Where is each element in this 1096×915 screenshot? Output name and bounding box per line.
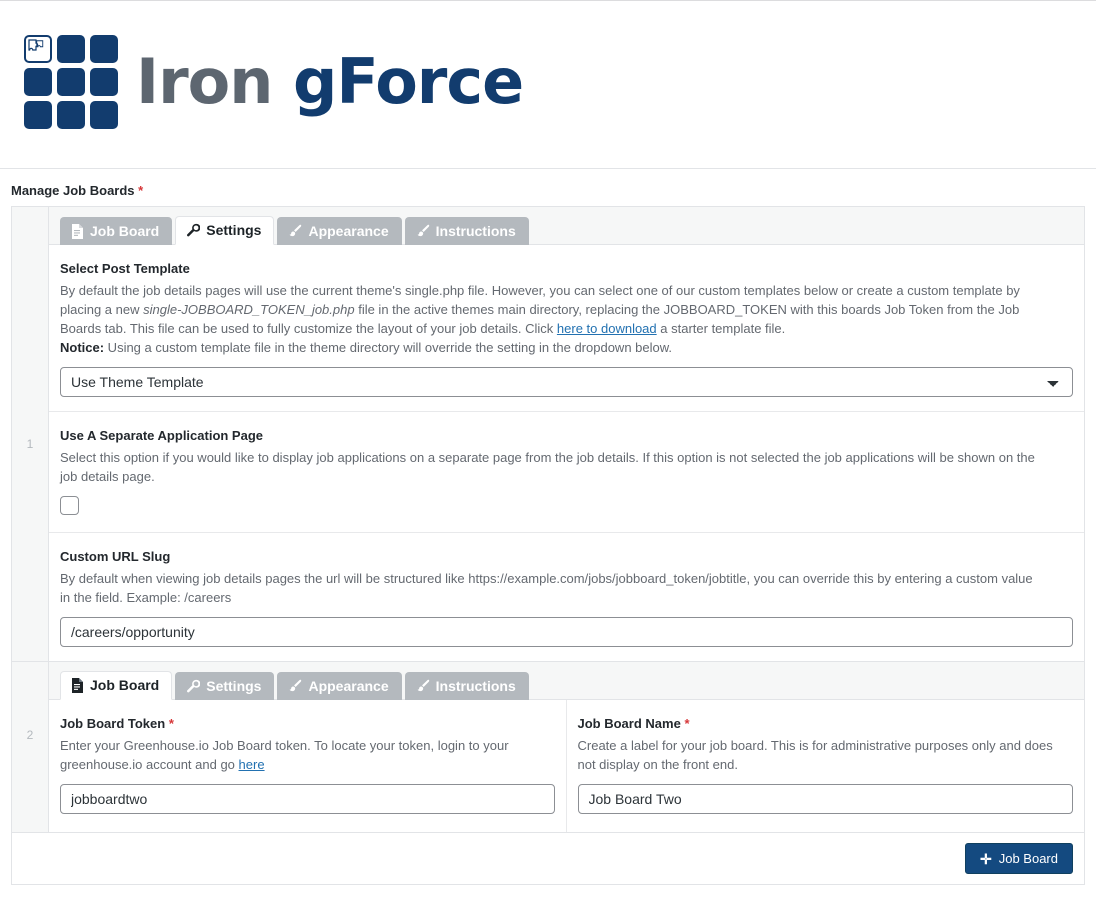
paintbrush-icon [288, 679, 302, 693]
custom-slug-input[interactable] [60, 617, 1073, 647]
tab-instructions-1[interactable]: Instructions [404, 217, 529, 245]
job-board-name-field: Job Board Name * Create a label for your… [567, 700, 1085, 832]
board1-settings-panel: Select Post Template By default the job … [49, 245, 1084, 661]
board2-jobboard-panel: Job Board Token * Enter your Greenhouse.… [49, 700, 1084, 832]
tab-settings-2[interactable]: Settings [175, 672, 275, 700]
logo-cell [90, 68, 118, 96]
logo-cell [90, 35, 118, 63]
tab-label: Appearance [308, 678, 389, 694]
add-job-board-button[interactable]: ✛ Job Board [965, 843, 1073, 874]
tab-label: Instructions [435, 678, 516, 694]
row-index-gutter-2: 2 [12, 662, 49, 832]
paintbrush-icon [288, 224, 302, 238]
board2-tabbar: Job Board Settings Appearance Instructio… [49, 662, 1084, 700]
required-marker: * [684, 716, 690, 731]
brand-name-part2: gForce [292, 45, 524, 118]
desc-part-3: a starter template file. [656, 321, 786, 336]
row-index-1: 1 [26, 437, 34, 451]
job-board-row-1: 1 Job Board Settings Appearance Instruct… [12, 207, 1084, 662]
logo-cell [57, 35, 85, 63]
name-description: Create a label for your job board. This … [577, 738, 1053, 772]
file-icon [71, 223, 84, 239]
tab-label: Job Board [90, 677, 160, 693]
custom-slug-label: Custom URL Slug [60, 549, 171, 564]
job-board-name-input[interactable] [577, 784, 1073, 814]
tab-appearance-2[interactable]: Appearance [277, 672, 402, 700]
download-template-link[interactable]: here to download [557, 321, 657, 336]
tab-appearance-1[interactable]: Appearance [277, 217, 402, 245]
job-board-row-2: 2 Job Board Settings Appearance Instruct… [12, 662, 1084, 833]
logo-cell [24, 101, 52, 129]
paintbrush-icon [416, 679, 430, 693]
tab-job-board-2[interactable]: Job Board [60, 671, 173, 700]
file-icon [71, 677, 84, 693]
tab-label: Appearance [308, 223, 389, 239]
paintbrush-icon [416, 224, 430, 238]
tab-label: Instructions [435, 223, 516, 239]
brand-logo: Iron gForce [24, 35, 524, 129]
plus-icon: ✛ [980, 850, 992, 867]
site-header: Iron gForce [0, 1, 1096, 169]
job-board-row-2-body: Job Board Settings Appearance Instructio… [49, 662, 1084, 832]
post-template-label: Select Post Template [60, 261, 190, 276]
separate-application-page-field: Use A Separate Application Page Select t… [49, 412, 1084, 533]
custom-slug-description: By default when viewing job details page… [60, 571, 1033, 605]
separate-page-checkbox[interactable] [60, 496, 79, 515]
notice-text: Using a custom template file in the them… [104, 340, 673, 355]
job-board-token-field: Job Board Token * Enter your Greenhouse.… [49, 700, 567, 832]
post-template-field: Select Post Template By default the job … [49, 245, 1084, 412]
wrench-icon [186, 679, 201, 693]
notice-label: Notice: [60, 340, 105, 355]
desc-filename: single-JOBBOARD_TOKEN_job.php [143, 302, 355, 317]
logo-cell [24, 68, 52, 96]
post-template-description: By default the job details pages will us… [60, 281, 1040, 357]
token-desc-text: Enter your Greenhouse.io Job Board token… [60, 738, 509, 772]
repeater-footer: ✛ Job Board [12, 833, 1084, 884]
token-label-text: Job Board Token [60, 716, 166, 731]
name-label-text: Job Board Name [577, 716, 681, 731]
page-title: Manage Job Boards * [11, 183, 1096, 198]
required-marker: * [138, 183, 144, 198]
greenhouse-here-link[interactable]: here [239, 757, 265, 772]
add-job-board-label: Job Board [998, 851, 1058, 866]
tab-job-board-1[interactable]: Job Board [60, 217, 173, 245]
custom-url-slug-field: Custom URL Slug By default when viewing … [49, 533, 1084, 661]
token-label: Job Board Token * [60, 716, 555, 731]
tab-label: Job Board [90, 223, 160, 239]
brand-name-part1: Iron [136, 45, 273, 118]
page-title-text: Manage Job Boards [11, 183, 135, 198]
row-index-2: 2 [26, 728, 34, 742]
name-label: Job Board Name * [578, 716, 1074, 731]
separate-page-label: Use A Separate Application Page [60, 428, 264, 443]
wrench-icon [186, 223, 201, 237]
row-index-gutter-1: 1 [12, 207, 49, 661]
job-board-row-1-body: Job Board Settings Appearance Instructio… [49, 207, 1084, 661]
tab-label: Settings [206, 222, 262, 238]
tab-settings-1[interactable]: Settings [175, 216, 275, 245]
logo-cell [90, 101, 118, 129]
puzzle-grid-icon [24, 35, 118, 129]
post-template-select[interactable]: Use Theme Template [60, 367, 1073, 397]
puzzle-piece-icon [24, 35, 52, 63]
job-board-token-input[interactable] [60, 784, 555, 814]
brand-wordmark: Iron gForce [136, 51, 524, 113]
tab-instructions-2[interactable]: Instructions [404, 672, 529, 700]
logo-cell [57, 101, 85, 129]
logo-cell [57, 68, 85, 96]
separate-page-description: Select this option if you would like to … [60, 450, 1035, 484]
required-marker: * [168, 716, 174, 731]
tab-label: Settings [206, 678, 262, 694]
token-description: Enter your Greenhouse.io Job Board token… [60, 736, 555, 774]
board1-tabbar: Job Board Settings Appearance Instructio… [49, 207, 1084, 245]
job-boards-repeater: 1 Job Board Settings Appearance Instruct… [11, 206, 1085, 885]
